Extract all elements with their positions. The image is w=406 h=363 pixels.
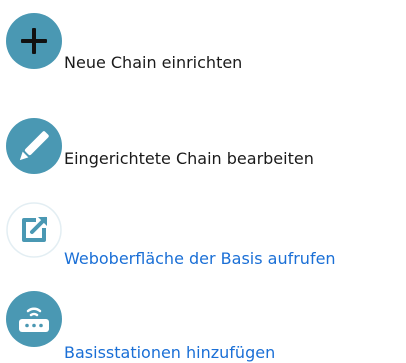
open-external-icon[interactable] xyxy=(6,202,62,258)
menu-item-new-chain[interactable]: Neue Chain einrichten xyxy=(0,6,406,76)
router-circle-icon[interactable] xyxy=(6,291,62,347)
menu-item-edit-chain[interactable]: Eingerichtete Chain bearbeiten xyxy=(0,111,406,181)
web-interface-link[interactable]: Weboberfläche der Basis aufrufen xyxy=(64,249,336,269)
menu-item-label: Eingerichtete Chain bearbeiten xyxy=(64,149,314,168)
pencil-circle-icon[interactable] xyxy=(6,118,62,174)
menu-item-add-base-stations[interactable]: Basisstationen hinzufügen xyxy=(0,284,406,362)
menu-item-label: Neue Chain einrichten xyxy=(64,53,243,72)
menu-item-open-web-interface[interactable]: Weboberfläche der Basis aufrufen xyxy=(0,195,406,268)
add-base-stations-link[interactable]: Basisstationen hinzufügen xyxy=(64,343,275,363)
plus-circle-icon[interactable] xyxy=(6,13,62,69)
